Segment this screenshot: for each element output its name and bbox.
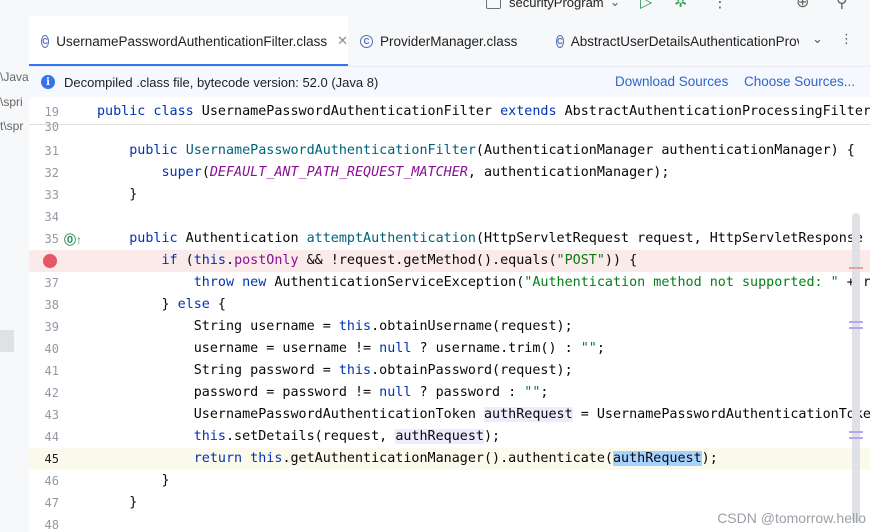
line-number: 42 [44,386,59,400]
line-number: 34 [44,210,59,224]
code-line[interactable]: 38 } else { [29,294,870,316]
code-text: super(DEFAULT_ANT_PATH_REQUEST_MATCHER, … [161,165,670,180]
tab-label: AbstractUserDetailsAuthenticationProv [570,33,799,49]
line-number: 43 [44,408,59,422]
code-text: this.setDetails(request, authRequest); [193,429,501,444]
usage-stripe-mark[interactable] [849,431,863,433]
decompiled-info-banner: i Decompiled .class file, bytecode versi… [29,67,870,97]
override-method-icon[interactable]: ⓪↑ [64,231,82,248]
code-line[interactable]: 39 String username = this.obtainUsername… [29,316,870,338]
line-number: 19 [44,105,59,119]
close-icon[interactable]: ✕ [337,33,348,49]
project-tree-selection [0,330,14,352]
add-user-icon[interactable]: ⊕ [796,0,809,12]
choose-sources-link[interactable]: Choose Sources... [744,74,855,89]
project-tree-fragment[interactable]: t\spr [0,119,23,133]
class-icon: C [41,34,50,48]
tab-providermanager[interactable]: C ProviderManager.class [348,16,544,66]
usage-stripe-mark[interactable] [849,321,863,323]
code-text: } else { [97,297,226,312]
chevron-down-icon: ⌄ [609,0,621,9]
tab-list-chevron-icon[interactable]: ⌄ [812,31,823,47]
code-line[interactable]: 42 password = password != null ? passwor… [29,382,870,404]
line-number: 30 [44,121,59,134]
project-tree-fragment[interactable]: \Java [0,70,29,84]
search-icon[interactable]: ⚲ [836,0,848,12]
code-line[interactable]: 46 } [29,470,870,492]
code-text: } [97,495,138,510]
tab-abstractuserdetailsauthenticationprovider[interactable]: C AbstractUserDetailsAuthenticationProv [544,16,799,66]
info-icon: i [41,75,55,89]
code-line[interactable]: 41 String password = this.obtainPassword… [29,360,870,382]
code-line[interactable]: 34 [29,206,870,228]
code-line-breakpoint[interactable]: if (this.postOnly && !request.getMethod(… [29,250,870,272]
line-number: 33 [44,188,59,202]
line-number: 44 [44,430,59,444]
code-line[interactable]: 19 public class UsernamePasswordAuthenti… [29,101,870,123]
more-actions-icon[interactable]: ⋮ [712,0,728,12]
code-text: throw new AuthenticationServiceException… [193,275,870,290]
code-editor[interactable]: 19 public class UsernamePasswordAuthenti… [29,98,870,532]
line-number: 35 [44,232,59,246]
code-text: username = username != null ? username.t… [97,341,605,356]
line-number: 38 [44,298,59,312]
tab-label: UsernamePasswordAuthenticationFilter.cla… [56,33,328,49]
vertical-scrollbar[interactable] [852,213,860,523]
breakpoint-icon[interactable] [43,254,57,268]
code-line[interactable]: 30 [29,121,870,134]
code-line[interactable]: 31 public UsernamePasswordAuthentication… [29,140,870,162]
code-text: public class UsernamePasswordAuthenticat… [97,104,870,119]
code-line[interactable]: 44 this.setDetails(request, authRequest)… [29,426,870,448]
code-line[interactable]: 32 super(DEFAULT_ANT_PATH_REQUEST_MATCHE… [29,162,870,184]
run-config-selector[interactable]: securityProgram ⌄ [486,0,621,11]
line-number: 41 [44,364,59,378]
line-number: 45 [44,452,59,466]
project-tree-fragment[interactable]: \spri [0,95,23,109]
download-sources-link[interactable]: Download Sources [615,74,728,89]
code-text: public Authentication attemptAuthenticat… [129,231,870,246]
line-number: 31 [44,144,59,158]
line-number: 37 [44,276,59,290]
usage-stripe-mark[interactable] [849,327,863,329]
error-stripe-mark[interactable] [849,267,863,269]
line-number: 39 [44,320,59,334]
code-text: return this.getAuthenticationManager().a… [193,451,718,466]
class-icon: C [360,34,373,48]
code-line[interactable]: 37 throw new AuthenticationServiceExcept… [29,272,870,294]
line-number: 47 [44,496,59,510]
code-text: if (this.postOnly && !request.getMethod(… [161,253,638,268]
line-number: 32 [44,166,59,180]
code-text: password = password != null ? password :… [97,385,549,400]
editor-tab-bar: C UsernamePasswordAuthenticationFilter.c… [29,16,870,67]
watermark: CSDN @tomorrow.hello [717,510,866,526]
tab-options-icon[interactable]: ⋮ [840,31,853,47]
line-number: 40 [44,342,59,356]
code-text: } [97,473,170,488]
tab-label: ProviderManager.class [380,33,518,49]
banner-message: Decompiled .class file, bytecode version… [64,74,379,90]
run-config-icon [486,0,501,9]
code-line[interactable]: 35 ⓪↑ public Authentication attemptAuthe… [29,228,870,250]
code-text: String username = this.obtainUsername(re… [97,319,573,334]
line-number: 48 [44,518,59,532]
main-toolbar: securityProgram ⌄ ▷ ✲ ⋮ ⊕ ⚲ [0,0,870,16]
code-line[interactable]: 40 username = username != null ? usernam… [29,338,870,360]
project-panel-edge: \Java \spri t\spr [0,16,30,532]
code-text: } [97,187,138,202]
code-line-current[interactable]: 45 return this.getAuthenticationManager(… [29,448,870,470]
run-config-label: securityProgram [509,0,604,10]
run-icon[interactable]: ▷ [640,0,652,12]
code-text: String password = this.obtainPassword(re… [97,363,573,378]
class-icon: C [556,34,564,48]
line-number: 46 [44,474,59,488]
code-text: public UsernamePasswordAuthenticationFil… [129,143,855,158]
code-text: UsernamePasswordAuthenticationToken auth… [97,407,870,422]
code-line[interactable]: 43 UsernamePasswordAuthenticationToken a… [29,404,870,426]
debug-icon[interactable]: ✲ [674,0,687,12]
usage-stripe-mark[interactable] [849,437,863,439]
tab-usernamepasswordauthenticationfilter[interactable]: C UsernamePasswordAuthenticationFilter.c… [29,16,348,66]
code-line[interactable]: 33 } [29,184,870,206]
